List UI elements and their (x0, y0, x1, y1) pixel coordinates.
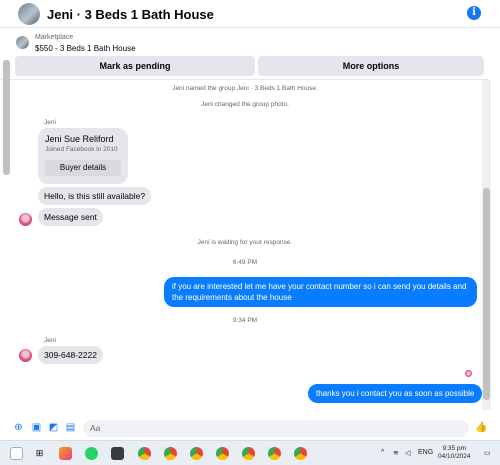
gif-icon[interactable]: ▤ (65, 422, 76, 433)
chevron-up-icon[interactable]: ^ (381, 449, 384, 456)
app-icon[interactable] (111, 447, 124, 460)
chrome-icon[interactable] (138, 447, 151, 460)
chrome-icon[interactable] (216, 447, 229, 460)
sender-avatar[interactable] (19, 213, 32, 226)
system-message: Jeni named the group Jeni · 3 Beds 1 Bat… (172, 85, 318, 92)
conversation-title[interactable]: Jeni · 3 Beds 1 Bath House (47, 7, 214, 22)
scrollbar-thumb[interactable] (483, 188, 490, 400)
volume-icon[interactable]: ◁ (405, 449, 410, 457)
outgoing-message-bubble[interactable]: thanks you i contact you as soon as poss… (308, 384, 483, 403)
timestamp: 6:49 PM (232, 259, 258, 266)
start-icon[interactable] (10, 447, 23, 460)
clock-date: 04/10/2024 (438, 453, 471, 460)
sender-name: Jeni (44, 119, 56, 126)
chrome-icon[interactable] (294, 447, 307, 460)
clock[interactable]: 9:35 pm 04/10/2024 (438, 445, 471, 461)
more-options-button[interactable]: More options (258, 56, 484, 76)
left-scrollbar-thumb[interactable] (3, 60, 10, 175)
buyer-joined: Joined Facebook in 2010 (45, 146, 118, 153)
seen-indicator-avatar (465, 370, 472, 377)
message-bubble[interactable]: Hello, is this still available? (38, 187, 152, 205)
marketplace-listing[interactable]: Marketplace $550 - 3 Beds 1 Bath House (0, 31, 500, 57)
listing-title: $550 - 3 Beds 1 Bath House (35, 44, 136, 53)
gallery-icon[interactable]: ▣ (31, 422, 42, 433)
message-sent-notice: Message sent (38, 208, 103, 226)
buyer-name[interactable]: Jeni Sue Reliford (45, 134, 114, 144)
group-avatar[interactable] (18, 3, 40, 25)
conversation-header: Jeni · 3 Beds 1 Bath House i (0, 0, 500, 28)
divider (0, 79, 488, 80)
clock-time: 9:35 pm (442, 445, 467, 452)
plus-icon[interactable]: ⊕ (13, 422, 24, 433)
sender-avatar[interactable] (19, 349, 32, 362)
listing-thumbnail (16, 36, 29, 49)
info-icon[interactable]: i (467, 6, 481, 20)
messenger-window: Jeni · 3 Beds 1 Bath House i Marketplace… (0, 0, 500, 440)
outgoing-message-bubble[interactable]: if you are interested let me have your c… (164, 277, 477, 307)
wifi-icon[interactable]: ≋ (393, 449, 399, 457)
task-view-icon[interactable]: ⊞ (33, 447, 46, 460)
message-bubble[interactable]: 309-648-2222 (38, 346, 103, 364)
system-message: Jeni changed the group photo. (201, 101, 289, 108)
sticker-icon[interactable]: ◩ (48, 422, 59, 433)
chrome-icon[interactable] (268, 447, 281, 460)
timestamp: 9:34 PM (232, 317, 258, 324)
waiting-notice: Jeni is waiting for your response. (197, 239, 293, 246)
chrome-icon[interactable] (164, 447, 177, 460)
marketplace-label: Marketplace (35, 34, 74, 41)
chrome-icon[interactable] (190, 447, 203, 460)
notification-icon[interactable]: ▭ (484, 449, 491, 457)
language-indicator[interactable]: ENG (418, 449, 433, 456)
sender-name: Jeni (44, 337, 56, 344)
buyer-details-button[interactable]: Buyer details (45, 160, 121, 176)
app-icon[interactable] (59, 447, 72, 460)
whatsapp-icon[interactable] (85, 447, 98, 460)
like-icon[interactable]: 👍 (475, 422, 487, 433)
taskbar: ⊞ ^ ≋ ◁ ENG 9:35 pm 04/10/2024 ▭ (0, 440, 500, 465)
mark-as-pending-button[interactable]: Mark as pending (15, 56, 255, 76)
composer: ⊕ ▣ ◩ ▤ Aa 👍 (0, 417, 500, 440)
buyer-card: Jeni Sue Reliford Joined Facebook in 201… (38, 128, 128, 184)
chrome-icon[interactable] (242, 447, 255, 460)
message-input[interactable]: Aa (83, 420, 469, 437)
